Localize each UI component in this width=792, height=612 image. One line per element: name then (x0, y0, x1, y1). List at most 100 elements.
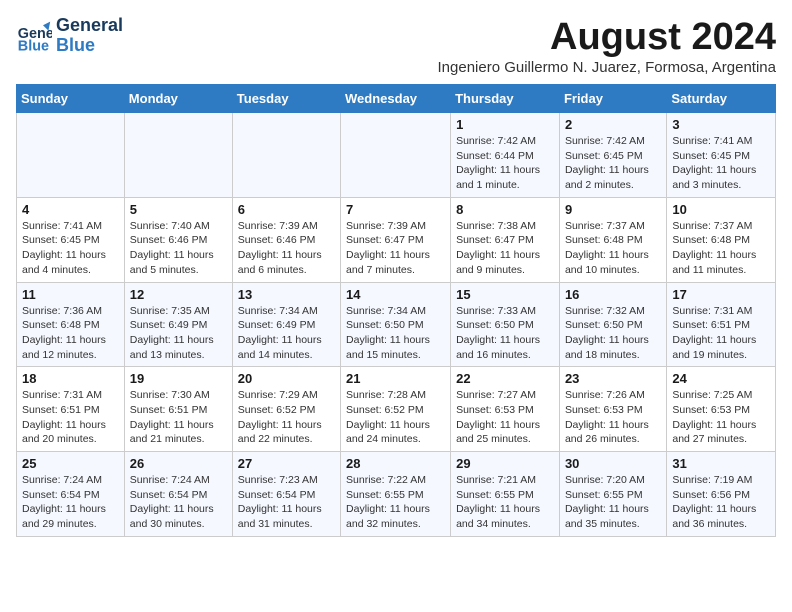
day-number: 26 (130, 456, 227, 471)
day-cell: 30Sunrise: 7:20 AM Sunset: 6:55 PM Dayli… (559, 452, 666, 537)
day-info: Sunrise: 7:20 AM Sunset: 6:55 PM Dayligh… (565, 473, 661, 532)
week-row-4: 18 Sunrise: 7:31 AM Sunset: 6:51 PM Dayli… (17, 367, 776, 452)
day-cell: 22 Sunrise: 7:27 AM Sunset: 6:53 PM Dayli… (451, 367, 560, 452)
day-number: 14 (346, 287, 445, 302)
day-cell: 15 Sunrise: 7:33 AM Sunset: 6:50 PM Dayli… (451, 282, 560, 367)
header-cell-friday: Friday (559, 85, 666, 113)
week-row-3: 11 Sunrise: 7:36 AM Sunset: 6:48 PM Dayli… (17, 282, 776, 367)
day-number: 25 (22, 456, 119, 471)
header-row: SundayMondayTuesdayWednesdayThursdayFrid… (17, 85, 776, 113)
calendar-subtitle: Ingeniero Guillermo N. Juarez, Formosa, … (438, 59, 777, 76)
day-info: Sunrise: 7:41 AM Sunset: 6:45 PM Dayligh… (672, 134, 770, 193)
day-info: Sunrise: 7:37 AM Sunset: 6:48 PM Dayligh… (565, 219, 661, 278)
day-number: 11 (22, 287, 119, 302)
day-info: Sunrise: 7:34 AM Sunset: 6:49 PM Dayligh… (238, 304, 335, 363)
day-cell (124, 113, 232, 198)
day-number: 28 (346, 456, 445, 471)
day-cell: 18 Sunrise: 7:31 AM Sunset: 6:51 PM Dayli… (17, 367, 125, 452)
day-info: Sunrise: 7:42 AM Sunset: 6:45 PM Dayligh… (565, 134, 661, 193)
day-number: 20 (238, 371, 335, 386)
day-cell: 19Sunrise: 7:30 AM Sunset: 6:51 PM Dayli… (124, 367, 232, 452)
logo-icon: General Blue (16, 18, 52, 54)
day-number: 5 (130, 202, 227, 217)
day-cell: 4Sunrise: 7:41 AM Sunset: 6:45 PM Daylig… (17, 197, 125, 282)
day-info: Sunrise: 7:28 AM Sunset: 6:52 PM Dayligh… (346, 388, 445, 447)
day-cell: 17Sunrise: 7:31 AM Sunset: 6:51 PM Dayli… (667, 282, 776, 367)
day-info: Sunrise: 7:39 AM Sunset: 6:46 PM Dayligh… (238, 219, 335, 278)
day-number: 9 (565, 202, 661, 217)
day-cell: 29Sunrise: 7:21 AM Sunset: 6:55 PM Dayli… (451, 452, 560, 537)
day-number: 21 (346, 371, 445, 386)
logo-text-general: General (56, 16, 123, 36)
day-number: 15 (456, 287, 554, 302)
day-info: Sunrise: 7:30 AM Sunset: 6:51 PM Dayligh… (130, 388, 227, 447)
day-info: Sunrise: 7:36 AM Sunset: 6:48 PM Dayligh… (22, 304, 119, 363)
day-cell: 7Sunrise: 7:39 AM Sunset: 6:47 PM Daylig… (341, 197, 451, 282)
day-info: Sunrise: 7:31 AM Sunset: 6:51 PM Dayligh… (22, 388, 119, 447)
day-cell (232, 113, 340, 198)
day-number: 6 (238, 202, 335, 217)
day-cell: 3 Sunrise: 7:41 AM Sunset: 6:45 PM Daylig… (667, 113, 776, 198)
calendar-header: SundayMondayTuesdayWednesdayThursdayFrid… (17, 85, 776, 113)
day-info: Sunrise: 7:42 AM Sunset: 6:44 PM Dayligh… (456, 134, 554, 193)
day-info: Sunrise: 7:26 AM Sunset: 6:53 PM Dayligh… (565, 388, 661, 447)
day-info: Sunrise: 7:38 AM Sunset: 6:47 PM Dayligh… (456, 219, 554, 278)
day-info: Sunrise: 7:25 AM Sunset: 6:53 PM Dayligh… (672, 388, 770, 447)
day-cell: 21 Sunrise: 7:28 AM Sunset: 6:52 PM Dayli… (341, 367, 451, 452)
svg-text:Blue: Blue (18, 38, 49, 54)
day-info: Sunrise: 7:24 AM Sunset: 6:54 PM Dayligh… (130, 473, 227, 532)
day-info: Sunrise: 7:22 AM Sunset: 6:55 PM Dayligh… (346, 473, 445, 532)
day-cell: 23 Sunrise: 7:26 AM Sunset: 6:53 PM Dayli… (559, 367, 666, 452)
header-cell-saturday: Saturday (667, 85, 776, 113)
header-cell-monday: Monday (124, 85, 232, 113)
day-cell: 16Sunrise: 7:32 AM Sunset: 6:50 PM Dayli… (559, 282, 666, 367)
day-cell: 28 Sunrise: 7:22 AM Sunset: 6:55 PM Dayli… (341, 452, 451, 537)
day-number: 2 (565, 117, 661, 132)
day-cell: 12Sunrise: 7:35 AM Sunset: 6:49 PM Dayli… (124, 282, 232, 367)
title-block: August 2024 Ingeniero Guillermo N. Juare… (438, 16, 777, 76)
day-cell: 10 Sunrise: 7:37 AM Sunset: 6:48 PM Dayli… (667, 197, 776, 282)
day-cell: 11 Sunrise: 7:36 AM Sunset: 6:48 PM Dayli… (17, 282, 125, 367)
day-info: Sunrise: 7:34 AM Sunset: 6:50 PM Dayligh… (346, 304, 445, 363)
day-info: Sunrise: 7:33 AM Sunset: 6:50 PM Dayligh… (456, 304, 554, 363)
day-cell: 26 Sunrise: 7:24 AM Sunset: 6:54 PM Dayli… (124, 452, 232, 537)
day-number: 4 (22, 202, 119, 217)
week-row-5: 25 Sunrise: 7:24 AM Sunset: 6:54 PM Dayli… (17, 452, 776, 537)
day-cell: 14 Sunrise: 7:34 AM Sunset: 6:50 PM Dayli… (341, 282, 451, 367)
day-info: Sunrise: 7:23 AM Sunset: 6:54 PM Dayligh… (238, 473, 335, 532)
day-info: Sunrise: 7:27 AM Sunset: 6:53 PM Dayligh… (456, 388, 554, 447)
day-info: Sunrise: 7:21 AM Sunset: 6:55 PM Dayligh… (456, 473, 554, 532)
day-number: 22 (456, 371, 554, 386)
calendar-title: August 2024 (438, 16, 777, 59)
day-number: 10 (672, 202, 770, 217)
day-cell (17, 113, 125, 198)
day-cell: 2 Sunrise: 7:42 AM Sunset: 6:45 PM Daylig… (559, 113, 666, 198)
day-number: 17 (672, 287, 770, 302)
day-number: 24 (672, 371, 770, 386)
day-number: 7 (346, 202, 445, 217)
header-cell-wednesday: Wednesday (341, 85, 451, 113)
day-info: Sunrise: 7:35 AM Sunset: 6:49 PM Dayligh… (130, 304, 227, 363)
day-number: 8 (456, 202, 554, 217)
calendar-table: SundayMondayTuesdayWednesdayThursdayFrid… (16, 84, 776, 537)
header-cell-sunday: Sunday (17, 85, 125, 113)
day-cell: 13 Sunrise: 7:34 AM Sunset: 6:49 PM Dayli… (232, 282, 340, 367)
day-number: 3 (672, 117, 770, 132)
day-cell: 20 Sunrise: 7:29 AM Sunset: 6:52 PM Dayli… (232, 367, 340, 452)
header-cell-thursday: Thursday (451, 85, 560, 113)
day-number: 18 (22, 371, 119, 386)
day-info: Sunrise: 7:19 AM Sunset: 6:56 PM Dayligh… (672, 473, 770, 532)
day-cell: 1Sunrise: 7:42 AM Sunset: 6:44 PM Daylig… (451, 113, 560, 198)
day-info: Sunrise: 7:24 AM Sunset: 6:54 PM Dayligh… (22, 473, 119, 532)
calendar-body: 1Sunrise: 7:42 AM Sunset: 6:44 PM Daylig… (17, 113, 776, 537)
week-row-2: 4Sunrise: 7:41 AM Sunset: 6:45 PM Daylig… (17, 197, 776, 282)
day-cell: 24 Sunrise: 7:25 AM Sunset: 6:53 PM Dayli… (667, 367, 776, 452)
logo: General Blue General Blue (16, 16, 123, 56)
day-info: Sunrise: 7:40 AM Sunset: 6:46 PM Dayligh… (130, 219, 227, 278)
day-number: 31 (672, 456, 770, 471)
day-number: 13 (238, 287, 335, 302)
day-number: 23 (565, 371, 661, 386)
day-info: Sunrise: 7:29 AM Sunset: 6:52 PM Dayligh… (238, 388, 335, 447)
day-info: Sunrise: 7:37 AM Sunset: 6:48 PM Dayligh… (672, 219, 770, 278)
day-cell: 5 Sunrise: 7:40 AM Sunset: 6:46 PM Daylig… (124, 197, 232, 282)
